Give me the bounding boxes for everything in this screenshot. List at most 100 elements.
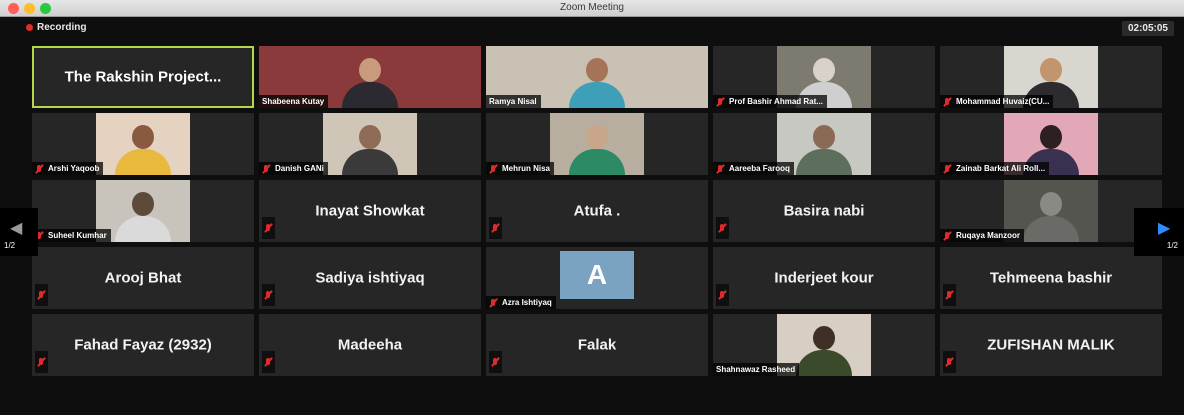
muted-mic-badge xyxy=(943,351,956,373)
person-silhouette-head xyxy=(1040,125,1062,149)
previous-page-button[interactable]: ◀ 1/2 xyxy=(0,208,38,256)
participant-tile[interactable]: Tehmeena bashir xyxy=(940,247,1162,309)
muted-mic-badge xyxy=(489,217,502,239)
participant-tile[interactable]: Aareeba Farooq xyxy=(713,113,935,175)
muted-mic-icon xyxy=(264,291,273,299)
participant-tile[interactable]: Basira nabi xyxy=(713,180,935,242)
person-silhouette-head xyxy=(586,125,608,149)
muted-mic-icon xyxy=(943,97,952,106)
participant-tile[interactable]: Arooj Bhat xyxy=(32,247,254,309)
participant-name-label: Azra Ishtiyaq xyxy=(486,296,556,309)
muted-mic-icon xyxy=(491,224,500,232)
participant-name: Suheel Kumhar xyxy=(48,231,107,240)
participant-name: Inayat Showkat xyxy=(315,202,425,220)
participant-tile[interactable]: Falak xyxy=(486,314,708,376)
recording-indicator[interactable]: Recording xyxy=(26,22,86,33)
window-title: Zoom Meeting xyxy=(560,2,624,13)
participant-name: Atufa . xyxy=(573,202,621,220)
muted-mic-icon xyxy=(264,358,273,366)
muted-mic-icon xyxy=(262,164,271,173)
triangle-right-icon: ▶ xyxy=(1158,220,1171,237)
participant-name: Arshi Yaqoob xyxy=(48,164,100,173)
participant-tile[interactable]: Suheel Kumhar xyxy=(32,180,254,242)
muted-mic-icon xyxy=(489,164,498,173)
participant-video xyxy=(323,113,417,175)
person-silhouette-head xyxy=(586,58,608,82)
participant-video xyxy=(550,113,644,175)
participant-name-label: Arshi Yaqoob xyxy=(32,162,104,175)
participant-name-label: Danish GANi xyxy=(259,162,328,175)
person-silhouette-body xyxy=(1023,216,1079,242)
participant-name: Sadiya ishtiyaq xyxy=(315,269,425,287)
participant-name: Danish GANi xyxy=(275,164,324,173)
person-silhouette-head xyxy=(1040,192,1062,216)
participant-tile[interactable]: Shahnawaz Rasheed xyxy=(713,314,935,376)
participant-name-label: Suheel Kumhar xyxy=(32,229,111,242)
participant-name: Shahnawaz Rasheed xyxy=(716,365,796,374)
next-page-button[interactable]: ▶ 1/2 xyxy=(1134,208,1184,256)
participant-tile[interactable]: The Rakshin Project... xyxy=(32,46,254,108)
person-silhouette-head xyxy=(132,125,154,149)
participant-name: Shabeena Kutay xyxy=(262,97,325,106)
person-silhouette-body xyxy=(342,82,398,108)
participant-tile[interactable]: Danish GANi xyxy=(259,113,481,175)
person-silhouette-body xyxy=(569,82,625,108)
participant-tile[interactable]: Mehrun Nisa xyxy=(486,113,708,175)
participant-tile[interactable]: Fahad Fayaz (2932) xyxy=(32,314,254,376)
muted-mic-badge xyxy=(35,284,48,306)
participant-tile[interactable]: Prof Bashir Ahmad Rat... xyxy=(713,46,935,108)
participant-name-label: Shabeena Kutay xyxy=(259,95,329,108)
participant-tile[interactable]: Madeeha xyxy=(259,314,481,376)
participant-name: Aareeba Farooq xyxy=(729,164,790,173)
participant-tile[interactable]: Inayat Showkat xyxy=(259,180,481,242)
recording-label: Recording xyxy=(37,22,87,33)
participant-tile[interactable]: Mohammad Huvaiz(CU... xyxy=(940,46,1162,108)
participant-name: Inderjeet kour xyxy=(774,269,874,287)
participant-tile[interactable]: Sadiya ishtiyaq xyxy=(259,247,481,309)
participant-tile[interactable]: Ruqaya Manzoor xyxy=(940,180,1162,242)
participant-name-label: Aareeba Farooq xyxy=(713,162,794,175)
participant-name-label: Mohammad Huvaiz(CU... xyxy=(940,95,1054,108)
participant-tile[interactable]: Atufa . xyxy=(486,180,708,242)
participant-name: Zainab Barkat Ali Roll... xyxy=(956,164,1046,173)
triangle-left-icon: ◀ xyxy=(10,220,23,237)
participant-name: Azra Ishtiyaq xyxy=(502,298,552,307)
person-silhouette-head xyxy=(813,125,835,149)
participant-tile[interactable]: Ramya Nisal xyxy=(486,46,708,108)
participant-name: Mehrun Nisa xyxy=(502,164,551,173)
meeting-gallery-view: Recording 02:05:05 The Rakshin Project..… xyxy=(0,17,1184,415)
person-silhouette-body xyxy=(342,149,398,175)
participant-name-label: Mehrun Nisa xyxy=(486,162,555,175)
participant-tile[interactable]: ZUFISHAN MALIK xyxy=(940,314,1162,376)
participant-name: Falak xyxy=(577,336,617,354)
muted-mic-badge xyxy=(262,284,275,306)
participant-tile[interactable]: A Azra Ishtiyaq xyxy=(486,247,708,309)
participant-name: Ruqaya Manzoor xyxy=(956,231,1021,240)
participant-tile[interactable]: Arshi Yaqoob xyxy=(32,113,254,175)
muted-mic-badge xyxy=(716,284,729,306)
muted-mic-icon xyxy=(491,358,500,366)
person-silhouette-head xyxy=(359,125,381,149)
participant-tile[interactable]: Inderjeet kour xyxy=(713,247,935,309)
muted-mic-badge xyxy=(262,217,275,239)
person-silhouette-head xyxy=(359,58,381,82)
muted-mic-badge xyxy=(35,351,48,373)
muted-mic-badge xyxy=(262,351,275,373)
muted-mic-icon xyxy=(945,291,954,299)
participant-avatar: A xyxy=(560,251,634,299)
participant-tile[interactable]: Shabeena Kutay xyxy=(259,46,481,108)
muted-mic-icon xyxy=(716,164,725,173)
person-silhouette-body xyxy=(569,149,625,175)
participant-tile[interactable]: Zainab Barkat Ali Roll... xyxy=(940,113,1162,175)
participant-name-label: Prof Bashir Ahmad Rat... xyxy=(713,95,827,108)
muted-mic-icon xyxy=(264,224,273,232)
window-titlebar: Zoom Meeting xyxy=(0,0,1184,17)
muted-mic-badge xyxy=(489,351,502,373)
participant-name: Fahad Fayaz (2932) xyxy=(74,336,212,354)
muted-mic-icon xyxy=(37,291,46,299)
muted-mic-icon xyxy=(716,97,725,106)
muted-mic-badge xyxy=(943,284,956,306)
person-silhouette-body xyxy=(115,149,171,175)
muted-mic-icon xyxy=(718,224,727,232)
muted-mic-icon xyxy=(489,298,498,307)
